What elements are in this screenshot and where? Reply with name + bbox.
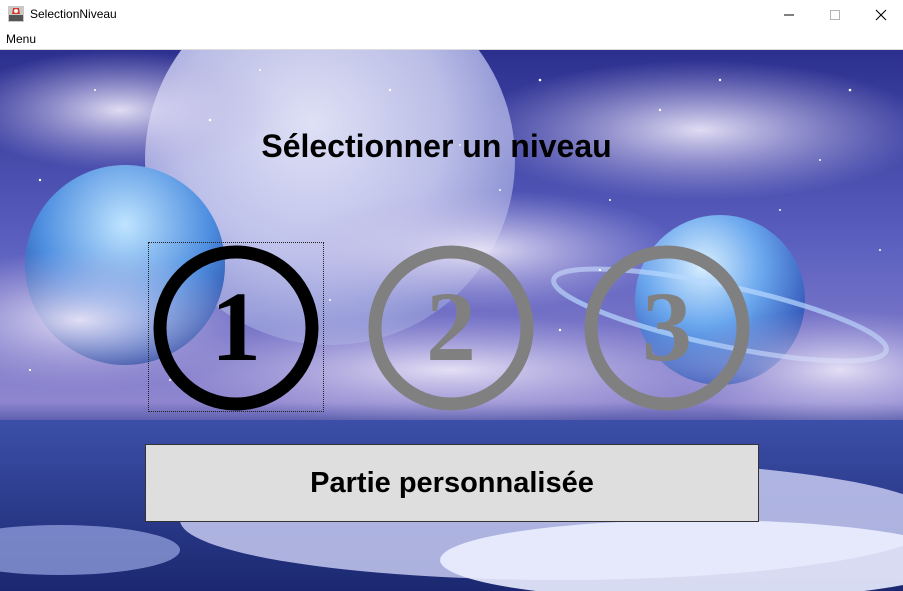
minimize-icon [783,14,794,15]
maximize-icon [829,9,840,20]
level-selection-panel: Sélectionner un niveau 1 2 3 Partie pers… [0,50,903,591]
java-app-icon [8,6,24,22]
menu-bar: Menu [0,30,903,50]
close-icon [875,9,886,20]
close-button[interactable] [858,0,903,29]
menu-item-menu[interactable]: Menu [6,32,36,46]
level-number: 1 [211,271,261,382]
maximize-button[interactable] [812,0,857,29]
level-number: 3 [642,271,692,382]
level-3-button[interactable]: 3 [580,243,754,411]
minimize-button[interactable] [766,0,811,29]
application-window: SelectionNiveau Menu Sélectionner un niv… [0,0,903,591]
window-title: SelectionNiveau [30,7,117,21]
level-2-button[interactable]: 2 [364,243,538,411]
page-title: Sélectionner un niveau [261,128,612,164]
level-1-button[interactable]: 1 [148,242,324,412]
custom-game-button[interactable]: Partie personnalisée [145,444,759,522]
level-number: 2 [426,271,476,382]
title-bar[interactable]: SelectionNiveau [0,0,903,30]
